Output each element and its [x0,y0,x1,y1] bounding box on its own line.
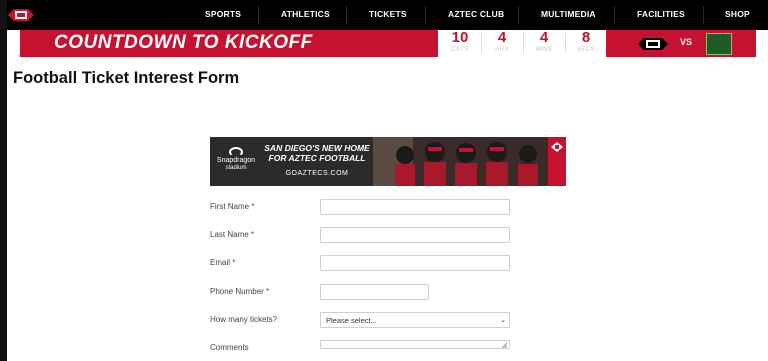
last-name-label: Last Name * [210,230,254,239]
nav-menu: SPORTS ATHLETICS TICKETS AZTEC CLUB MULT… [0,0,768,30]
comments-label: Comments [210,343,249,352]
form-row-email: Email * [210,255,510,275]
email-label: Email * [210,258,235,267]
nav-divider [346,6,347,24]
top-navigation-bar: SPORTS ATHLETICS TICKETS AZTEC CLUB MULT… [0,0,768,30]
ad-url: GOAZTECS.COM [285,170,349,177]
ticket-count-select[interactable]: Please select... ⌄ [320,312,510,328]
sdsu-badge-icon [551,142,563,152]
snapdragon-stadium-logo: Snapdragon stadium [214,147,258,172]
stadium-ad-banner[interactable]: Snapdragon stadium SAN DIEGO'S NEW HOME … [210,137,566,186]
countdown-hours-value: 4 [497,30,507,46]
countdown-hours: 4 HRS [482,30,522,57]
phone-number-label: Phone Number * [210,287,269,296]
nav-divider [703,6,704,24]
nav-divider [614,6,615,24]
last-name-input[interactable] [320,227,510,243]
required-marker: * [266,287,270,296]
snapdragon-logo-icon [229,147,243,157]
ad-brand-name: Snapdragon [216,157,256,164]
last-name-label-text: Last Name [210,230,249,239]
left-edge-bar [0,0,7,361]
countdown-banner[interactable]: COUNTDOWN TO KICKOFF 10 DAYS 4 HRS 4 MIN… [20,30,756,57]
nav-item-athletics[interactable]: ATHLETICS [281,9,330,19]
email-label-text: Email [210,258,231,267]
ad-players-image [373,137,548,186]
first-name-label: First Name * [210,202,254,211]
form-row-comments: Comments [210,340,510,360]
phone-number-label-text: Phone Number [210,287,264,296]
countdown-minutes: 4 MINS [524,30,564,57]
ad-headline: SAN DIEGO'S NEW HOME FOR AZTEC FOOTBALL [263,143,371,163]
opponent-logo-icon [706,33,732,55]
countdown-minutes-value: 4 [539,30,549,46]
form-row-first-name: First Name * [210,199,510,219]
resize-handle-icon[interactable] [501,342,507,348]
nav-item-aztec-club[interactable]: AZTEC CLUB [448,9,504,19]
nav-item-multimedia[interactable]: MULTIMEDIA [541,9,596,19]
nav-item-shop[interactable]: SHOP [725,9,750,19]
form-row-phone: Phone Number * [210,284,510,304]
countdown-days-value: 10 [451,30,469,46]
first-name-input[interactable] [320,199,510,215]
comments-textarea[interactable] [320,340,510,349]
required-marker: * [250,230,255,239]
sdsu-logo-icon [638,38,668,50]
nav-item-sports[interactable]: SPORTS [205,9,241,19]
nav-divider [518,6,519,24]
nav-divider [258,6,259,24]
countdown-seconds-value: 8 [581,30,591,46]
nav-divider [425,6,426,24]
required-marker: * [251,202,255,211]
page-title: Football Ticket Interest Form [13,69,240,87]
countdown-title: COUNTDOWN TO KICKOFF [54,32,313,53]
form-row-last-name: Last Name * [210,227,510,247]
countdown-days: 10 DAYS [440,30,480,57]
ticket-count-label: How many tickets? [210,315,278,324]
ticket-count-selected-value: Please select... [326,316,377,325]
required-marker: * [232,258,236,267]
countdown-seconds: 8 SECS [566,30,606,57]
form-row-ticket-count: How many tickets? Please select... ⌄ [210,312,510,332]
phone-number-input[interactable] [320,284,429,300]
countdown-days-label: DAYS [451,47,469,53]
countdown-hours-label: HRS [495,47,509,53]
ad-headline-line2: FOR AZTEC FOOTBALL [268,153,366,163]
first-name-label-text: First Name [210,202,250,211]
countdown-timer: 10 DAYS 4 HRS 4 MINS 8 SECS [438,30,606,57]
page: SPORTS ATHLETICS TICKETS AZTEC CLUB MULT… [0,0,768,361]
email-input[interactable] [320,255,510,271]
chevron-down-icon: ⌄ [500,317,506,324]
ad-headline-line1: SAN DIEGO'S NEW HOME [264,143,370,153]
countdown-minutes-label: MINS [535,47,553,53]
ad-brand-sub: stadium [225,165,247,171]
countdown-seconds-label: SECS [577,47,595,53]
nav-item-tickets[interactable]: TICKETS [369,9,407,19]
nav-item-facilities[interactable]: FACILITIES [637,9,685,19]
ad-sdsu-badge [548,137,566,186]
versus-label: VS [680,37,693,47]
